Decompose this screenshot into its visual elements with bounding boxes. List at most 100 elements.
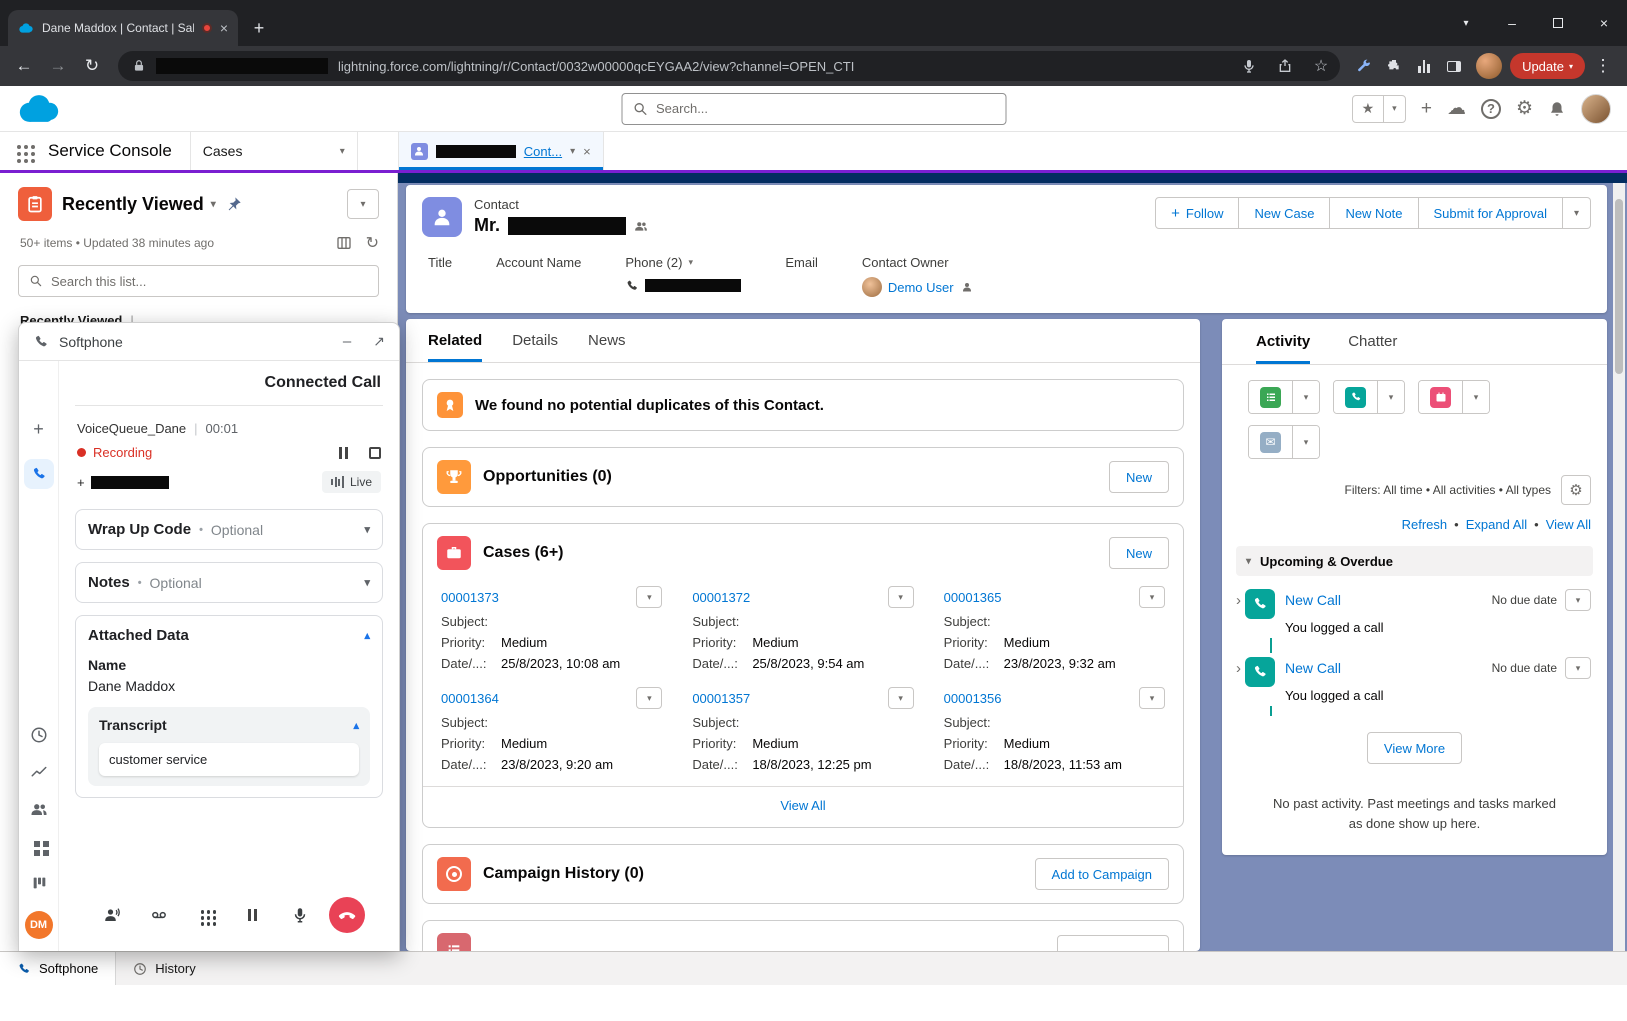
refresh-icon[interactable]: ↻ [366, 233, 379, 253]
tab-details[interactable]: Details [512, 319, 558, 362]
task-dropdown-icon[interactable]: ▾ [1293, 381, 1319, 413]
board-icon[interactable] [30, 874, 48, 892]
refresh-link[interactable]: Refresh [1402, 517, 1448, 532]
timeline-item-dropdown[interactable]: ▾ [1565, 657, 1591, 679]
chevron-up-icon[interactable]: ▴ [364, 629, 370, 642]
favorites-dropdown-icon[interactable]: ▾ [1383, 96, 1405, 122]
global-actions-plus-icon[interactable]: + [1421, 98, 1432, 120]
wrap-up-code-section[interactable]: Wrap Up Code • Optional ▾ [75, 509, 383, 550]
analytics-chart-icon[interactable] [30, 763, 48, 781]
reload-button[interactable]: ↻ [76, 50, 108, 82]
display-columns-icon[interactable] [336, 235, 352, 251]
case-row-actions-dropdown[interactable]: ▾ [1139, 586, 1165, 608]
timeline-item-dropdown[interactable]: ▾ [1565, 589, 1591, 611]
dialpad-button[interactable] [188, 897, 224, 933]
address-bar[interactable]: lightning.force.com/lightning/r/Contact/… [118, 51, 1340, 81]
timeline-item-link[interactable]: New Call [1285, 660, 1341, 676]
chevron-down-icon[interactable]: ▾ [211, 199, 216, 210]
new-case-button[interactable]: New [1109, 537, 1169, 569]
chevron-down-icon[interactable]: ▾ [570, 146, 575, 157]
new-task-button-group[interactable]: ▾ [1248, 380, 1320, 414]
add-to-campaign-button[interactable]: Add to Campaign [1035, 858, 1169, 890]
media-controls-icon[interactable] [1410, 52, 1438, 80]
back-button[interactable]: ← [8, 50, 40, 82]
follow-button[interactable]: +Follow [1155, 197, 1239, 229]
list-search[interactable] [18, 265, 379, 297]
event-dropdown-icon[interactable]: ▾ [1463, 381, 1489, 413]
new-tab-button[interactable]: + [244, 13, 274, 43]
case-number-link[interactable]: 00001372 [692, 590, 750, 605]
share-icon[interactable] [1272, 53, 1298, 79]
log-a-call-button[interactable] [1334, 381, 1378, 413]
favorites-button-group[interactable]: ★ ▾ [1352, 95, 1406, 123]
tab-news[interactable]: News [588, 319, 626, 362]
cropped-action-button[interactable] [1057, 935, 1169, 951]
cases-title[interactable]: Cases (6+) [483, 544, 564, 562]
hold-button[interactable] [235, 897, 271, 933]
notes-section[interactable]: Notes • Optional ▾ [75, 562, 383, 603]
activity-settings-gear-icon[interactable]: ⚙ [1561, 475, 1591, 505]
workspace-tab-contact[interactable]: Cont... ▾ × [398, 132, 604, 170]
campaign-history-title[interactable]: Campaign History (0) [483, 865, 644, 883]
global-search-input[interactable] [656, 101, 995, 116]
chrome-update-button[interactable]: Update ▾ [1510, 53, 1585, 79]
upcoming-overdue-section-header[interactable]: ▾ Upcoming & Overdue [1236, 546, 1593, 576]
new-event-button-group[interactable]: ▾ [1418, 380, 1490, 414]
chevron-up-icon[interactable]: ▴ [353, 719, 359, 732]
case-number-link[interactable]: 00001364 [441, 691, 499, 706]
end-call-button[interactable] [329, 897, 365, 933]
case-number-link[interactable]: 00001373 [441, 590, 499, 605]
chevron-down-icon[interactable]: ▾ [688, 257, 693, 268]
extension-wrench-icon[interactable] [1350, 52, 1378, 80]
pause-recording-icon[interactable] [339, 447, 348, 459]
global-search[interactable] [621, 93, 1006, 125]
utility-history[interactable]: History [116, 952, 212, 985]
more-actions-dropdown[interactable]: ▾ [1563, 197, 1591, 229]
new-task-button[interactable] [1249, 381, 1293, 413]
email-button-group[interactable]: ✉ ▾ [1248, 425, 1320, 459]
tab-close-icon[interactable]: × [220, 20, 228, 36]
notifications-bell-icon[interactable] [1548, 100, 1566, 118]
cases-view-all-link[interactable]: View All [780, 798, 825, 813]
app-launcher-icon[interactable] [0, 132, 46, 170]
apps-grid-icon[interactable] [30, 837, 48, 855]
list-search-input[interactable] [51, 274, 368, 289]
list-view-controls-dropdown[interactable]: ▾ [347, 189, 379, 219]
vertical-scrollbar[interactable] [1613, 183, 1625, 951]
window-close-button[interactable]: × [1581, 0, 1627, 46]
list-view-title[interactable]: Recently Viewed ▾ [62, 194, 216, 215]
history-icon[interactable] [30, 726, 48, 744]
email-button[interactable]: ✉ [1249, 426, 1293, 458]
submit-for-approval-button[interactable]: Submit for Approval [1419, 197, 1563, 229]
nav-tab-cases[interactable]: Cases ▾ [190, 132, 358, 170]
user-avatar[interactable] [1581, 94, 1611, 124]
side-panel-icon[interactable] [1440, 52, 1468, 80]
window-minimize-button[interactable]: – [1489, 0, 1535, 46]
browser-tab[interactable]: Dane Maddox | Contact | Sal × [8, 10, 238, 46]
voicemail-button[interactable] [141, 897, 177, 933]
forward-button[interactable]: → [42, 50, 74, 82]
help-icon[interactable]: ? [1481, 99, 1501, 119]
tab-related[interactable]: Related [428, 319, 482, 362]
window-maximize-button[interactable] [1535, 0, 1581, 46]
email-dropdown-icon[interactable]: ▾ [1293, 426, 1319, 458]
case-number-link[interactable]: 00001365 [944, 590, 1002, 605]
search-tabs-icon[interactable]: ▾ [1443, 0, 1489, 46]
new-opportunity-button[interactable]: New [1109, 461, 1169, 493]
stop-recording-icon[interactable] [369, 447, 381, 459]
bookmark-star-icon[interactable]: ☆ [1308, 53, 1334, 79]
monitor-whisper-button[interactable] [94, 897, 130, 933]
setup-gear-icon[interactable]: ⚙ [1516, 97, 1533, 120]
timeline-item-link[interactable]: New Call [1285, 592, 1341, 608]
favorites-star-icon[interactable]: ★ [1353, 96, 1383, 122]
new-event-button[interactable] [1419, 381, 1463, 413]
chevron-down-icon[interactable]: ▾ [340, 146, 345, 157]
call-dropdown-icon[interactable]: ▾ [1378, 381, 1404, 413]
mute-mic-button[interactable] [282, 897, 318, 933]
view-more-button[interactable]: View More [1367, 732, 1462, 764]
expand-chevron-icon[interactable]: › [1236, 660, 1241, 677]
utility-softphone[interactable]: Softphone [0, 952, 116, 985]
browser-menu-kebab-icon[interactable]: ⋮ [1587, 50, 1619, 82]
popout-icon[interactable]: ↗ [373, 333, 385, 350]
owner-link[interactable]: Demo User [888, 280, 954, 295]
